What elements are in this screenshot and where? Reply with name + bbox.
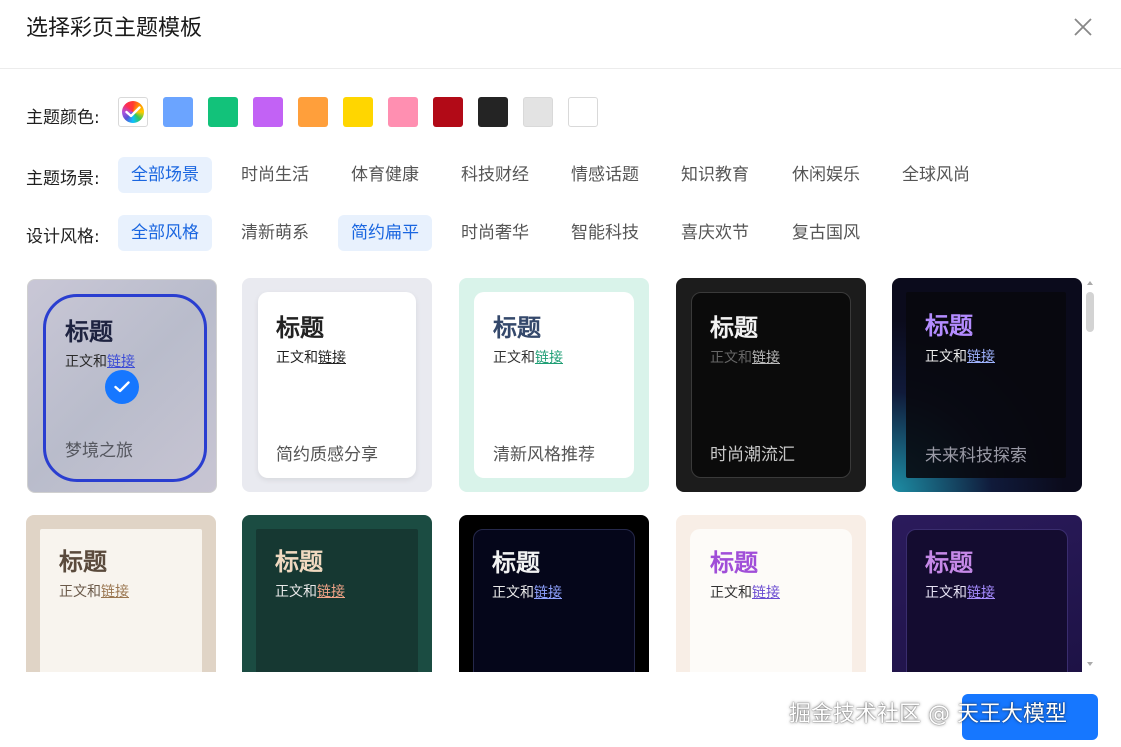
card-body: 正文和链接 (925, 349, 995, 365)
watermark: 掘金技术社区 @ 天王大模型 (789, 702, 1067, 727)
card-title: 标题 (276, 314, 324, 342)
card-body: 正文和链接 (59, 584, 129, 600)
selected-check-icon (105, 370, 139, 404)
style-chip-luxury[interactable]: 时尚奢华 (448, 215, 542, 251)
scene-chip-leisure[interactable]: 休闲娱乐 (779, 157, 873, 193)
card-footer: 清新风格推荐 (493, 445, 595, 465)
scene-chip-all[interactable]: 全部场景 (118, 157, 212, 193)
dialog-title: 选择彩页主题模板 (26, 16, 203, 41)
scroll-up-icon[interactable] (1087, 281, 1093, 285)
card-title: 标题 (65, 318, 113, 346)
style-chip-festive[interactable]: 喜庆欢节 (668, 215, 762, 251)
card-title: 标题 (59, 548, 107, 576)
close-icon[interactable] (1070, 14, 1096, 40)
card-body: 正文和链接 (710, 585, 780, 601)
color-swatch-multicolor[interactable] (118, 97, 148, 127)
color-swatch-yellow[interactable] (343, 97, 373, 127)
card-body: 正文和链接 (275, 584, 345, 600)
design-style-label: 设计风格: (26, 227, 100, 247)
style-chip-smart-tech[interactable]: 智能科技 (558, 215, 652, 251)
card-title: 标题 (275, 548, 323, 576)
card-body: 正文和链接 (492, 585, 562, 601)
card-body: 正文和链接 (276, 350, 346, 366)
card-body: 正文和链接 (710, 350, 780, 366)
theme-color-label: 主题颜色: (26, 108, 100, 128)
card-title: 标题 (710, 314, 758, 342)
dialog-header: 选择彩页主题模板 (0, 0, 1121, 69)
scene-chip-education[interactable]: 知识教育 (668, 157, 762, 193)
check-icon (125, 106, 141, 118)
template-card-dream-journey[interactable]: 标题 正文和链接 梦境之旅 (27, 279, 217, 493)
color-swatch-black[interactable] (478, 97, 508, 127)
card-title: 标题 (925, 549, 973, 577)
template-card-future-tech[interactable]: 标题 正文和链接 未来科技探索 (892, 278, 1082, 492)
card-footer: 梦境之旅 (65, 441, 133, 461)
scene-chip-global-fashion[interactable]: 全球风尚 (889, 157, 983, 193)
scroll-down-icon[interactable] (1087, 662, 1093, 666)
color-swatch-pink[interactable] (388, 97, 418, 127)
color-swatch-orange[interactable] (298, 97, 328, 127)
card-body: 正文和链接 (925, 585, 995, 601)
card-footer: 简约质感分享 (276, 445, 378, 465)
template-card-cream[interactable]: 标题 正文和链接 (676, 515, 866, 672)
style-chip-retro-chinese[interactable]: 复古国风 (779, 215, 873, 251)
template-card-fashion-trend[interactable]: 标题 正文和链接 时尚潮流汇 (676, 278, 866, 492)
style-chip-all[interactable]: 全部风格 (118, 215, 212, 251)
color-swatch-green[interactable] (208, 97, 238, 127)
template-card-simple-texture[interactable]: 标题 正文和链接 简约质感分享 (242, 278, 432, 492)
card-title: 标题 (493, 314, 541, 342)
scene-chip-tech-finance[interactable]: 科技财经 (448, 157, 542, 193)
template-card-fresh-style[interactable]: 标题 正文和链接 清新风格推荐 (459, 278, 649, 492)
template-card-beige[interactable]: 标题 正文和链接 (26, 515, 216, 672)
template-grid: 标题 正文和链接 梦境之旅 标题 正文和链接 简约质感分享 标题 正文和链接 清… (0, 270, 1121, 672)
card-footer: 时尚潮流汇 (710, 445, 795, 465)
card-body: 正文和链接 (65, 354, 135, 370)
scene-chip-fashion-life[interactable]: 时尚生活 (228, 157, 322, 193)
color-swatch-red[interactable] (433, 97, 463, 127)
template-scrollbar[interactable] (1084, 280, 1094, 672)
scene-chip-sports-health[interactable]: 体育健康 (338, 157, 432, 193)
style-chip-simple-flat[interactable]: 简约扁平 (338, 215, 432, 251)
color-swatch-gray[interactable] (523, 97, 553, 127)
style-chip-fresh-cute[interactable]: 清新萌系 (228, 215, 322, 251)
color-swatch-blue[interactable] (163, 97, 193, 127)
template-card-dark-green[interactable]: 标题 正文和链接 (242, 515, 432, 672)
theme-scene-label: 主题场景: (26, 169, 100, 189)
card-body: 正文和链接 (493, 350, 563, 366)
card-title: 标题 (925, 312, 973, 340)
color-swatch-white[interactable] (568, 97, 598, 127)
scene-chip-emotion[interactable]: 情感话题 (558, 157, 652, 193)
template-card-midnight[interactable]: 标题 正文和链接 (459, 515, 649, 672)
color-swatch-purple[interactable] (253, 97, 283, 127)
card-title: 标题 (710, 549, 758, 577)
card-footer: 未来科技探索 (925, 446, 1027, 466)
card-title: 标题 (492, 549, 540, 577)
template-card-violet[interactable]: 标题 正文和链接 (892, 515, 1082, 672)
scrollbar-thumb[interactable] (1086, 292, 1094, 332)
